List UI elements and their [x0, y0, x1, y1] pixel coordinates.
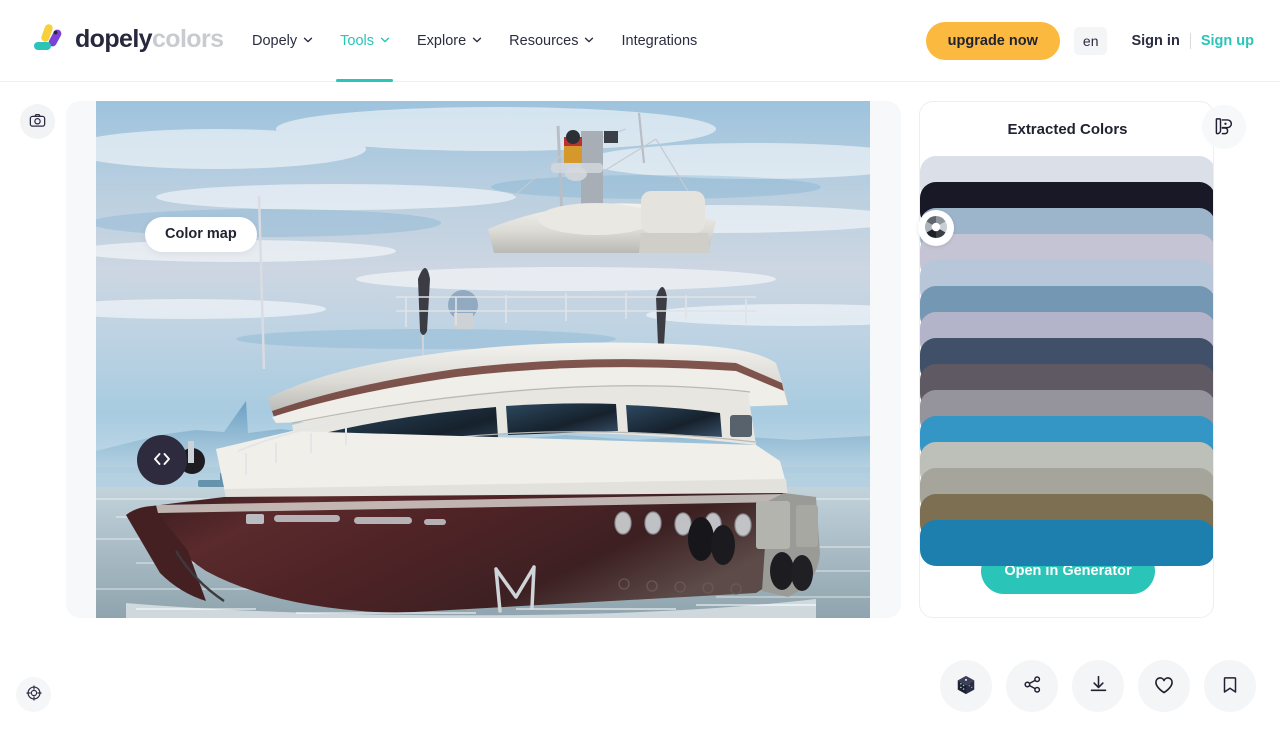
nav-label: Tools	[340, 33, 374, 49]
header-actions: upgrade now en Sign in Sign up	[925, 0, 1254, 82]
nav-item-resources[interactable]: Resources	[495, 0, 607, 82]
chevron-down-icon	[303, 35, 313, 44]
bottom-toolbar	[940, 660, 1256, 712]
share-button[interactable]	[1006, 660, 1058, 712]
chevron-down-icon	[380, 35, 390, 44]
nav-item-tools[interactable]: Tools	[326, 0, 403, 82]
panel-title: Extracted Colors	[1007, 121, 1128, 138]
language-selector[interactable]: en	[1073, 27, 1108, 55]
nav-label: Resources	[509, 33, 579, 49]
upload-photo-button[interactable]	[20, 104, 55, 139]
share-nodes-icon	[1022, 674, 1043, 698]
color-picker-button[interactable]	[918, 210, 954, 246]
bookmark-icon	[1220, 675, 1240, 698]
color-swatch[interactable]	[920, 520, 1213, 566]
color-wheel-picker-icon	[923, 214, 949, 243]
dopely-logo-icon	[32, 22, 66, 56]
source-photo[interactable]	[96, 101, 870, 618]
nav-label: Integrations	[621, 33, 698, 49]
color-blindness-simulator-button[interactable]	[16, 677, 51, 712]
image-viewer-card: Color map	[66, 101, 954, 618]
color-swatch-stack	[920, 156, 1213, 566]
favorite-button[interactable]	[1138, 660, 1190, 712]
chevron-down-icon	[584, 35, 594, 44]
prev-next-button[interactable]	[137, 435, 187, 485]
logo-text: dopelycolors	[75, 24, 224, 53]
download-icon	[1088, 674, 1109, 698]
heart-icon	[1153, 674, 1175, 699]
prev-next-chevrons-icon	[150, 451, 174, 470]
sign-in-link[interactable]: Sign in	[1131, 33, 1179, 49]
bookmark-button[interactable]	[1204, 660, 1256, 712]
main-navigation: Dopely Tools Explore Resources Integrati…	[238, 0, 711, 82]
header-divider	[1189, 33, 1191, 49]
sign-up-link[interactable]: Sign up	[1201, 33, 1254, 49]
palette-book-button[interactable]	[1202, 105, 1246, 149]
nav-item-integrations[interactable]: Integrations	[607, 0, 711, 82]
camera-icon	[29, 112, 46, 132]
dice-cube-icon	[955, 674, 977, 699]
extracted-colors-panel: Extracted Colors Open in Generator	[919, 101, 1214, 618]
nav-label: Explore	[417, 33, 467, 49]
palette-book-icon	[1213, 115, 1235, 140]
target-crosshair-icon	[25, 685, 42, 704]
site-header: dopelycolors Dopely Tools Explore Resour…	[0, 0, 1280, 82]
nav-item-explore[interactable]: Explore	[403, 0, 495, 82]
chevron-down-icon	[472, 35, 482, 44]
download-button[interactable]	[1072, 660, 1124, 712]
logo-text-primary: dopely	[75, 24, 153, 53]
random-dice-button[interactable]	[940, 660, 992, 712]
logo-text-secondary: colors	[151, 24, 224, 53]
nav-label: Dopely	[252, 33, 298, 49]
nav-item-dopely[interactable]: Dopely	[238, 0, 326, 82]
color-map-button[interactable]: Color map	[145, 217, 257, 252]
logo[interactable]: dopelycolors	[32, 22, 224, 56]
upgrade-now-button[interactable]: upgrade now	[925, 21, 1060, 61]
